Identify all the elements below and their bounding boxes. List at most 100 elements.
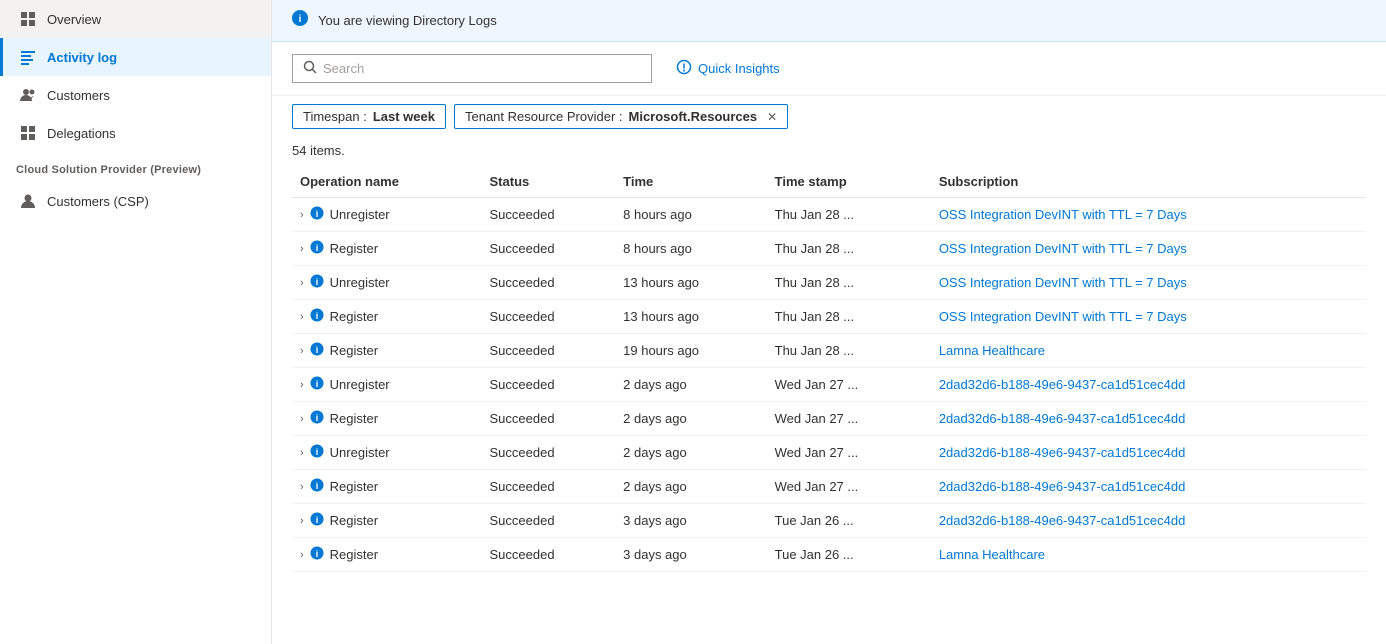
- subscription-link[interactable]: 2dad32d6-b188-49e6-9437-ca1d51cec4dd: [939, 445, 1186, 460]
- sidebar-item-delegations[interactable]: Delegations: [0, 114, 271, 152]
- status-cell: Succeeded: [482, 232, 616, 266]
- subscription-link[interactable]: OSS Integration DevINT with TTL = 7 Days: [939, 309, 1187, 324]
- subscription-link[interactable]: Lamna Healthcare: [939, 343, 1045, 358]
- toolbar: Quick Insights: [272, 42, 1386, 96]
- timestamp-cell: Tue Jan 26 ...: [767, 504, 931, 538]
- subscription-cell[interactable]: OSS Integration DevINT with TTL = 7 Days: [931, 198, 1366, 232]
- timestamp-cell: Thu Jan 28 ...: [767, 198, 931, 232]
- row-expand-button[interactable]: ›: [300, 481, 304, 493]
- info-circle: i: [310, 342, 324, 359]
- operation-cell: › i Register: [292, 300, 482, 334]
- customers-icon: [19, 86, 37, 104]
- subscription-link[interactable]: OSS Integration DevINT with TTL = 7 Days: [939, 275, 1187, 290]
- operation-name: Register: [330, 479, 378, 494]
- info-circle: i: [310, 410, 324, 427]
- time-cell: 3 days ago: [615, 538, 767, 572]
- subscription-cell[interactable]: 2dad32d6-b188-49e6-9437-ca1d51cec4dd: [931, 470, 1366, 504]
- row-expand-button[interactable]: ›: [300, 515, 304, 527]
- time-cell: 3 days ago: [615, 504, 767, 538]
- info-circle: i: [310, 308, 324, 325]
- col-time[interactable]: Time: [615, 166, 767, 198]
- filter-tenant-rp-value: Microsoft.Resources: [629, 109, 758, 124]
- sidebar-item-customers[interactable]: Customers: [0, 76, 271, 114]
- svg-text:i: i: [299, 14, 302, 25]
- items-count: 54 items.: [272, 137, 1386, 166]
- sidebar-item-label: Customers (CSP): [47, 194, 149, 209]
- operation-cell: › i Register: [292, 232, 482, 266]
- subscription-cell[interactable]: 2dad32d6-b188-49e6-9437-ca1d51cec4dd: [931, 504, 1366, 538]
- subscription-cell[interactable]: 2dad32d6-b188-49e6-9437-ca1d51cec4dd: [931, 368, 1366, 402]
- row-expand-button[interactable]: ›: [300, 447, 304, 459]
- activity-log-table: Operation name Status Time Time stamp Su…: [292, 166, 1366, 572]
- info-circle: i: [310, 376, 324, 393]
- info-circle: i: [310, 512, 324, 529]
- subscription-link[interactable]: 2dad32d6-b188-49e6-9437-ca1d51cec4dd: [939, 479, 1186, 494]
- customers-csp-icon: [19, 192, 37, 210]
- svg-text:i: i: [315, 209, 318, 219]
- filter-timespan-label: Timespan :: [303, 109, 367, 124]
- sidebar-item-activity-log[interactable]: Activity log: [0, 38, 271, 76]
- main-content: i You are viewing Directory Logs Quick I…: [272, 0, 1386, 644]
- subscription-cell[interactable]: Lamna Healthcare: [931, 538, 1366, 572]
- status-cell: Succeeded: [482, 198, 616, 232]
- sidebar-item-overview[interactable]: Overview: [0, 0, 271, 38]
- subscription-link[interactable]: Lamna Healthcare: [939, 547, 1045, 562]
- status-cell: Succeeded: [482, 470, 616, 504]
- col-status[interactable]: Status: [482, 166, 616, 198]
- row-expand-button[interactable]: ›: [300, 311, 304, 323]
- row-expand-button[interactable]: ›: [300, 209, 304, 221]
- svg-text:i: i: [315, 481, 318, 491]
- search-box[interactable]: [292, 54, 652, 83]
- row-expand-button[interactable]: ›: [300, 379, 304, 391]
- operation-name: Unregister: [330, 445, 390, 460]
- info-banner: i You are viewing Directory Logs: [272, 0, 1386, 42]
- subscription-link[interactable]: OSS Integration DevINT with TTL = 7 Days: [939, 241, 1187, 256]
- table-row: › i Register Succeeded3 days agoTue Jan …: [292, 504, 1366, 538]
- quick-insights-label: Quick Insights: [698, 61, 780, 76]
- status-cell: Succeeded: [482, 266, 616, 300]
- filters-bar: Timespan : Last week Tenant Resource Pro…: [272, 96, 1386, 137]
- row-expand-button[interactable]: ›: [300, 277, 304, 289]
- operation-name: Register: [330, 513, 378, 528]
- col-subscription[interactable]: Subscription: [931, 166, 1366, 198]
- row-expand-button[interactable]: ›: [300, 413, 304, 425]
- operation-name: Register: [330, 411, 378, 426]
- quick-insights-icon: [676, 59, 692, 78]
- timestamp-cell: Wed Jan 27 ...: [767, 368, 931, 402]
- subscription-link[interactable]: 2dad32d6-b188-49e6-9437-ca1d51cec4dd: [939, 411, 1186, 426]
- info-circle: i: [310, 206, 324, 223]
- delegations-icon: [19, 124, 37, 142]
- operation-name: Register: [330, 241, 378, 256]
- operation-name: Unregister: [330, 275, 390, 290]
- subscription-cell[interactable]: 2dad32d6-b188-49e6-9437-ca1d51cec4dd: [931, 436, 1366, 470]
- filter-timespan: Timespan : Last week: [292, 104, 446, 129]
- row-expand-button[interactable]: ›: [300, 345, 304, 357]
- sidebar: Overview Activity log Customers Delegati…: [0, 0, 272, 644]
- subscription-cell[interactable]: Lamna Healthcare: [931, 334, 1366, 368]
- subscription-link[interactable]: OSS Integration DevINT with TTL = 7 Days: [939, 207, 1187, 222]
- subscription-cell[interactable]: OSS Integration DevINT with TTL = 7 Days: [931, 266, 1366, 300]
- svg-text:i: i: [315, 277, 318, 287]
- col-timestamp[interactable]: Time stamp: [767, 166, 931, 198]
- filter-tenant-rp-close[interactable]: ✕: [767, 110, 777, 124]
- table-row: › i Unregister Succeeded2 days agoWed Ja…: [292, 368, 1366, 402]
- operation-cell: › i Register: [292, 470, 482, 504]
- quick-insights-button[interactable]: Quick Insights: [668, 54, 788, 83]
- table-row: › i Register Succeeded3 days agoTue Jan …: [292, 538, 1366, 572]
- col-operation[interactable]: Operation name: [292, 166, 482, 198]
- row-expand-button[interactable]: ›: [300, 549, 304, 561]
- sidebar-item-label: Customers: [47, 88, 110, 103]
- subscription-cell[interactable]: OSS Integration DevINT with TTL = 7 Days: [931, 232, 1366, 266]
- status-cell: Succeeded: [482, 538, 616, 572]
- search-input[interactable]: [323, 61, 641, 76]
- subscription-cell[interactable]: 2dad32d6-b188-49e6-9437-ca1d51cec4dd: [931, 402, 1366, 436]
- sidebar-item-customers-csp[interactable]: Customers (CSP): [0, 182, 271, 220]
- overview-icon: [19, 10, 37, 28]
- subscription-link[interactable]: 2dad32d6-b188-49e6-9437-ca1d51cec4dd: [939, 377, 1186, 392]
- subscription-cell[interactable]: OSS Integration DevINT with TTL = 7 Days: [931, 300, 1366, 334]
- timestamp-cell: Thu Jan 28 ...: [767, 300, 931, 334]
- row-expand-button[interactable]: ›: [300, 243, 304, 255]
- subscription-link[interactable]: 2dad32d6-b188-49e6-9437-ca1d51cec4dd: [939, 513, 1186, 528]
- sidebar-item-label: Activity log: [47, 50, 117, 65]
- operation-name: Unregister: [330, 207, 390, 222]
